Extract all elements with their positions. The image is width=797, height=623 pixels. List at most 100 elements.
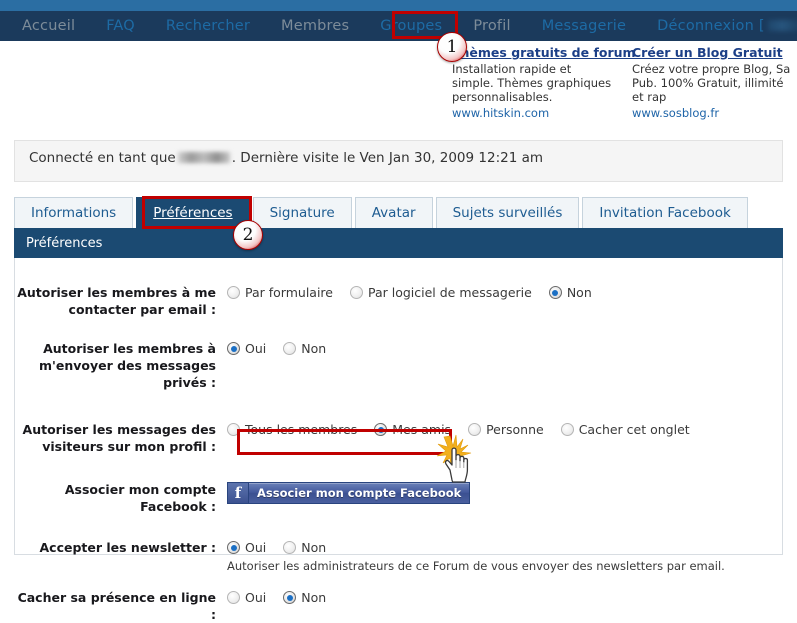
radio-option-non[interactable]: Non (548, 285, 592, 300)
form-row-associer-facebook: Associer mon compte Facebook : f Associe… (15, 481, 782, 515)
radio-option-non[interactable]: Non (283, 590, 326, 605)
row-field: Oui Non Autoriser les administrateurs de… (227, 539, 782, 573)
radio-icon[interactable] (227, 286, 240, 299)
radio-icon[interactable] (349, 286, 363, 299)
row-label: Autoriser les messages des visiteurs sur… (22, 422, 216, 454)
profile-tabs: Informations Préférences Signature Avata… (14, 197, 748, 228)
radio-icon-checked[interactable] (283, 591, 297, 604)
nav-logout-label: Déconnexion (657, 18, 755, 34)
nav-logout-username-redacted (767, 20, 797, 31)
ad-sosblog: Créer un Blog Gratuit Créez votre propre… (632, 45, 792, 121)
row-label: Autoriser les membres à m'envoyer des me… (38, 341, 216, 390)
tab-informations[interactable]: Informations (14, 197, 134, 228)
connected-status-bar: Connecté en tant que . Dernière visite le… (14, 140, 783, 182)
connected-username-redacted (177, 152, 230, 163)
top-strip (0, 0, 797, 11)
row-field: f Associer mon compte Facebook (227, 481, 782, 504)
radio-option-non[interactable]: Non (283, 540, 326, 555)
tab-avatar[interactable]: Avatar (354, 197, 433, 228)
row-field: Par formulaire Par logiciel de messageri… (227, 284, 782, 300)
newsletter-help-text: Autoriser les administrateurs de ce Foru… (227, 559, 725, 573)
ad-url-link[interactable]: www.hitskin.com (452, 106, 612, 121)
radio-label: Non (566, 285, 592, 300)
radio-option-non[interactable]: Non (283, 341, 326, 356)
ad-title-link[interactable]: Thèmes gratuits de forum (452, 45, 636, 60)
radio-group-contact-email: Par formulaire Par logiciel de messageri… (227, 285, 782, 300)
radio-label: Oui (245, 341, 267, 356)
radio-icon-checked[interactable] (227, 342, 240, 355)
tab-invitation-facebook[interactable]: Invitation Facebook (582, 197, 748, 228)
radio-option-personne[interactable]: Personne (468, 422, 544, 437)
connected-prefix: Connecté en tant que (29, 150, 176, 166)
radio-label: Cacher cet onglet (578, 422, 690, 437)
radio-icon-checked[interactable] (548, 286, 562, 299)
facebook-button-label: Associer mon compte Facebook (257, 486, 462, 500)
nav-item-messagerie[interactable]: Messagerie (542, 18, 626, 34)
ad-url-link[interactable]: www.sosblog.fr (632, 106, 792, 121)
tab-sujets-surveilles[interactable]: Sujets surveillés (435, 197, 580, 228)
radio-label: Personne (486, 422, 544, 437)
nav-item-membres[interactable]: Membres (281, 18, 349, 34)
radio-label: Par formulaire (245, 285, 333, 300)
radio-icon-checked[interactable] (374, 423, 388, 436)
radio-group-newsletter: Oui Non (227, 540, 782, 555)
section-header-preferences: Préférences (14, 228, 783, 258)
row-label: Associer mon compte Facebook : (64, 482, 216, 514)
row-label: Cacher sa présence en ligne : (17, 590, 216, 622)
form-row-contact-email: Autoriser les membres à me contacter par… (15, 284, 782, 318)
form-row-messages-prives: Autoriser les membres à m'envoyer des me… (15, 340, 782, 391)
radio-icon-checked[interactable] (227, 541, 240, 554)
radio-option-mes-amis[interactable]: Mes amis (374, 422, 451, 437)
facebook-f-icon: f (228, 483, 249, 503)
step-marker-2: 2 (233, 220, 263, 250)
main-navigation: Accueil FAQ Rechercher Membres Groupes P… (0, 11, 797, 41)
radio-label: Tous les membres (245, 422, 358, 437)
radio-icon[interactable] (560, 423, 574, 436)
radio-option-oui[interactable]: Oui (227, 590, 266, 605)
row-field: Oui Non (227, 340, 782, 356)
associate-facebook-button[interactable]: f Associer mon compte Facebook (227, 482, 471, 504)
nav-item-faq[interactable]: FAQ (106, 18, 135, 34)
nav-item-rechercher[interactable]: Rechercher (166, 18, 250, 34)
radio-option-tous-les-membres[interactable]: Tous les membres (227, 422, 357, 437)
row-label: Accepter les newsletter : (39, 540, 216, 555)
advertisement-block: Thèmes gratuits de forum Installation ra… (452, 45, 797, 121)
ad-hitskin: Thèmes gratuits de forum Installation ra… (452, 45, 636, 121)
preferences-form-panel: Autoriser les membres à me contacter par… (14, 258, 783, 622)
radio-group-cacher-presence: Oui Non (227, 590, 782, 605)
radio-label: Oui (245, 590, 267, 605)
ad-description: Créez votre propre Blog, Sa Pub. 100% Gr… (632, 62, 791, 104)
radio-label: Oui (245, 540, 267, 555)
form-row-messages-visiteurs: Autoriser les messages des visiteurs sur… (15, 421, 782, 455)
radio-option-par-formulaire[interactable]: Par formulaire (227, 285, 333, 300)
facebook-button-wrapper: f Associer mon compte Facebook (227, 482, 471, 504)
radio-option-oui[interactable]: Oui (227, 341, 266, 356)
radio-label: Par logiciel de messagerie (367, 285, 532, 300)
radio-icon[interactable] (283, 342, 297, 355)
ad-title-link[interactable]: Créer un Blog Gratuit (632, 45, 792, 60)
nav-item-profil[interactable]: Profil (473, 18, 510, 34)
radio-icon[interactable] (283, 541, 297, 554)
tab-signature[interactable]: Signature (252, 197, 352, 228)
form-row-newsletter: Accepter les newsletter : Oui Non Autori… (15, 539, 782, 573)
radio-group-messages-prives: Oui Non (227, 341, 782, 356)
row-field: Oui Non (227, 589, 782, 605)
radio-option-par-logiciel[interactable]: Par logiciel de messagerie (349, 285, 532, 300)
radio-icon[interactable] (227, 591, 240, 604)
radio-icon[interactable] (227, 423, 240, 436)
form-row-cacher-presence: Cacher sa présence en ligne : Oui Non (15, 589, 782, 623)
radio-option-oui[interactable]: Oui (227, 540, 266, 555)
ad-description: Installation rapide et simple. Thèmes gr… (452, 62, 612, 104)
connected-suffix: . Dernière visite le Ven Jan 30, 2009 12… (231, 150, 544, 166)
radio-label: Non (301, 590, 327, 605)
radio-label: Non (301, 540, 327, 555)
radio-option-cacher-cet-onglet[interactable]: Cacher cet onglet (560, 422, 690, 437)
row-label: Autoriser les membres à me contacter par… (17, 285, 216, 317)
nav-item-groupes[interactable]: Groupes (380, 18, 442, 34)
nav-item-accueil[interactable]: Accueil (22, 18, 75, 34)
radio-label: Non (301, 341, 327, 356)
tab-preferences[interactable]: Préférences (136, 197, 250, 228)
radio-icon[interactable] (468, 423, 482, 436)
nav-item-deconnexion[interactable]: Déconnexion [] (657, 18, 797, 34)
radio-label: Mes amis (392, 422, 452, 437)
